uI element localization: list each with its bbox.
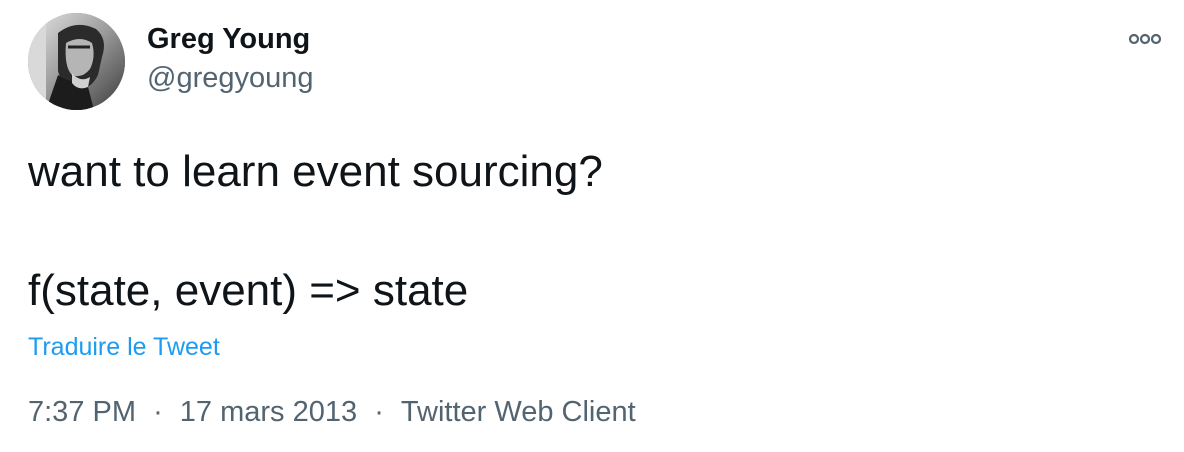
tweet-card: Greg Young @gregyoung want to learn even…	[0, 0, 1184, 452]
meta-separator: ·	[153, 396, 163, 428]
avatar[interactable]	[28, 13, 125, 110]
tweet-text-line-1: want to learn event sourcing?	[28, 147, 603, 196]
tweet-meta: 7:37 PM · 17 mars 2013 · Twitter Web Cli…	[28, 395, 636, 429]
author-handle[interactable]: @gregyoung	[147, 61, 314, 95]
tweet-source[interactable]: Twitter Web Client	[401, 395, 636, 429]
avatar-photo	[28, 13, 125, 110]
more-options-icon[interactable]	[1126, 30, 1164, 48]
tweet-text-line-2: f(state, event) => state	[28, 266, 469, 315]
tweet-time[interactable]: 7:37 PM	[28, 395, 136, 429]
meta-separator: ·	[374, 396, 384, 428]
translate-tweet-link[interactable]: Traduire le Tweet	[28, 332, 220, 362]
tweet-date[interactable]: 17 mars 2013	[180, 395, 357, 429]
author-name[interactable]: Greg Young	[147, 22, 310, 56]
